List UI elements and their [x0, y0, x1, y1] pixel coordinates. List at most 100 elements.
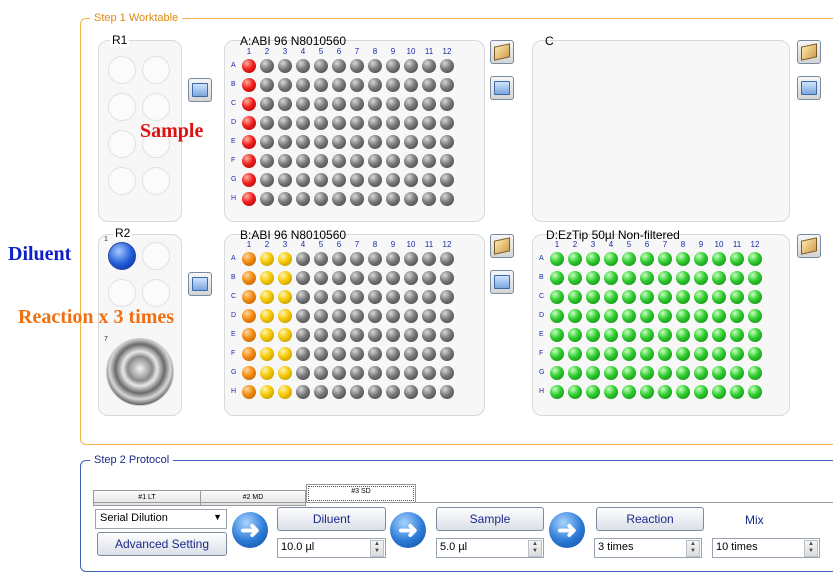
plate-b-well[interactable]: [278, 328, 292, 342]
plate-d-well[interactable]: [640, 309, 654, 323]
plate-d-well[interactable]: [730, 252, 744, 266]
plate-d-well[interactable]: [748, 366, 762, 380]
plate-b-well[interactable]: [260, 271, 274, 285]
plate-a-well[interactable]: [314, 59, 328, 73]
plate-d-well[interactable]: [658, 366, 672, 380]
plate-b-well[interactable]: [422, 366, 436, 380]
plate-b-well[interactable]: [440, 271, 454, 285]
tab-md[interactable]: #2 MD: [200, 490, 306, 506]
plate-a-well[interactable]: [440, 59, 454, 73]
plate-b-well[interactable]: [296, 271, 310, 285]
r2-slot-2[interactable]: [142, 242, 170, 270]
plate-d-well[interactable]: [550, 252, 564, 266]
plate-b-well[interactable]: [260, 347, 274, 361]
plate-b-well[interactable]: [260, 385, 274, 399]
plate-b-well[interactable]: [278, 385, 292, 399]
plate-a-well[interactable]: [422, 192, 436, 206]
plate-d-well[interactable]: [622, 366, 636, 380]
protocol-mode-select[interactable]: Serial Dilution ▼: [95, 509, 227, 529]
plate-b-well[interactable]: [386, 366, 400, 380]
plate-b-well[interactable]: [332, 347, 346, 361]
plate-b-well[interactable]: [386, 347, 400, 361]
plate-a-well[interactable]: [368, 173, 382, 187]
r1-slot-4[interactable]: [142, 93, 170, 121]
plate-d-well[interactable]: [622, 328, 636, 342]
plate-a-well[interactable]: [350, 97, 364, 111]
plate-b-well[interactable]: [314, 290, 328, 304]
diluent-volume-field[interactable]: 10.0 µl ▲ ▼: [277, 538, 386, 558]
plate-a-well[interactable]: [404, 173, 418, 187]
plate-b-well[interactable]: [350, 309, 364, 323]
plate-b-well[interactable]: [332, 385, 346, 399]
plate-b-well[interactable]: [368, 252, 382, 266]
plate-a-well[interactable]: [386, 135, 400, 149]
plate-d-well[interactable]: [694, 290, 708, 304]
plate-b-well[interactable]: [296, 328, 310, 342]
plate-d-well[interactable]: [604, 366, 618, 380]
plate-a-well[interactable]: [404, 154, 418, 168]
plate-d-well[interactable]: [676, 252, 690, 266]
plate-d-well[interactable]: [622, 290, 636, 304]
plate-a-well[interactable]: [296, 97, 310, 111]
plate-b-well[interactable]: [368, 309, 382, 323]
plate-b-well[interactable]: [278, 309, 292, 323]
plate-d-well[interactable]: [748, 252, 762, 266]
plate-b-well[interactable]: [296, 309, 310, 323]
plate-a-well[interactable]: [296, 78, 310, 92]
plate-b-view-button[interactable]: [490, 270, 514, 294]
plate-b-well[interactable]: [332, 309, 346, 323]
plate-a-well[interactable]: [242, 59, 256, 73]
plate-b-well[interactable]: [278, 347, 292, 361]
plate-b-well[interactable]: [332, 252, 346, 266]
r2-slot-diluent[interactable]: [108, 242, 136, 270]
plate-a-well[interactable]: [260, 173, 274, 187]
plate-a-well[interactable]: [350, 173, 364, 187]
plate-a-well[interactable]: [386, 59, 400, 73]
plate-a-well[interactable]: [260, 116, 274, 130]
plate-d-well[interactable]: [694, 328, 708, 342]
plate-b-well[interactable]: [350, 366, 364, 380]
plate-d-well[interactable]: [748, 271, 762, 285]
plate-b-well[interactable]: [440, 290, 454, 304]
plate-a-well[interactable]: [278, 97, 292, 111]
plate-b-well[interactable]: [278, 290, 292, 304]
plate-d-well[interactable]: [712, 309, 726, 323]
plate-b-well[interactable]: [296, 290, 310, 304]
plate-d-well[interactable]: [730, 366, 744, 380]
plate-d-well[interactable]: [730, 309, 744, 323]
plate-a-well[interactable]: [368, 116, 382, 130]
plate-a-well[interactable]: [422, 173, 436, 187]
plate-b-well[interactable]: [404, 347, 418, 361]
plate-a-well[interactable]: [260, 192, 274, 206]
plate-a-well[interactable]: [278, 135, 292, 149]
plate-b-well[interactable]: [296, 366, 310, 380]
plate-d-well[interactable]: [550, 309, 564, 323]
plate-b-well[interactable]: [260, 309, 274, 323]
plate-b-well[interactable]: [332, 290, 346, 304]
plate-b-well[interactable]: [296, 347, 310, 361]
plate-b-well[interactable]: [422, 385, 436, 399]
plate-d-well[interactable]: [730, 385, 744, 399]
plate-b-well[interactable]: [314, 309, 328, 323]
plate-d-well[interactable]: [730, 328, 744, 342]
plate-a-well[interactable]: [440, 116, 454, 130]
plate-b-well[interactable]: [386, 271, 400, 285]
plate-a-well[interactable]: [314, 154, 328, 168]
plate-a-well[interactable]: [278, 116, 292, 130]
plate-d-well[interactable]: [658, 252, 672, 266]
plate-d-well[interactable]: [748, 347, 762, 361]
plate-a-well[interactable]: [296, 192, 310, 206]
plate-b-well[interactable]: [350, 290, 364, 304]
plate-d-well[interactable]: [658, 385, 672, 399]
plate-d-well[interactable]: [586, 328, 600, 342]
plate-d-well[interactable]: [568, 252, 582, 266]
plate-b-well[interactable]: [314, 328, 328, 342]
plate-c-view-button[interactable]: [797, 76, 821, 100]
plate-b-well[interactable]: [350, 271, 364, 285]
plate-a-well[interactable]: [350, 135, 364, 149]
plate-b-well[interactable]: [350, 328, 364, 342]
plate-d-well[interactable]: [640, 385, 654, 399]
plate-d-well[interactable]: [604, 252, 618, 266]
plate-a-well[interactable]: [440, 135, 454, 149]
plate-d-well[interactable]: [568, 309, 582, 323]
